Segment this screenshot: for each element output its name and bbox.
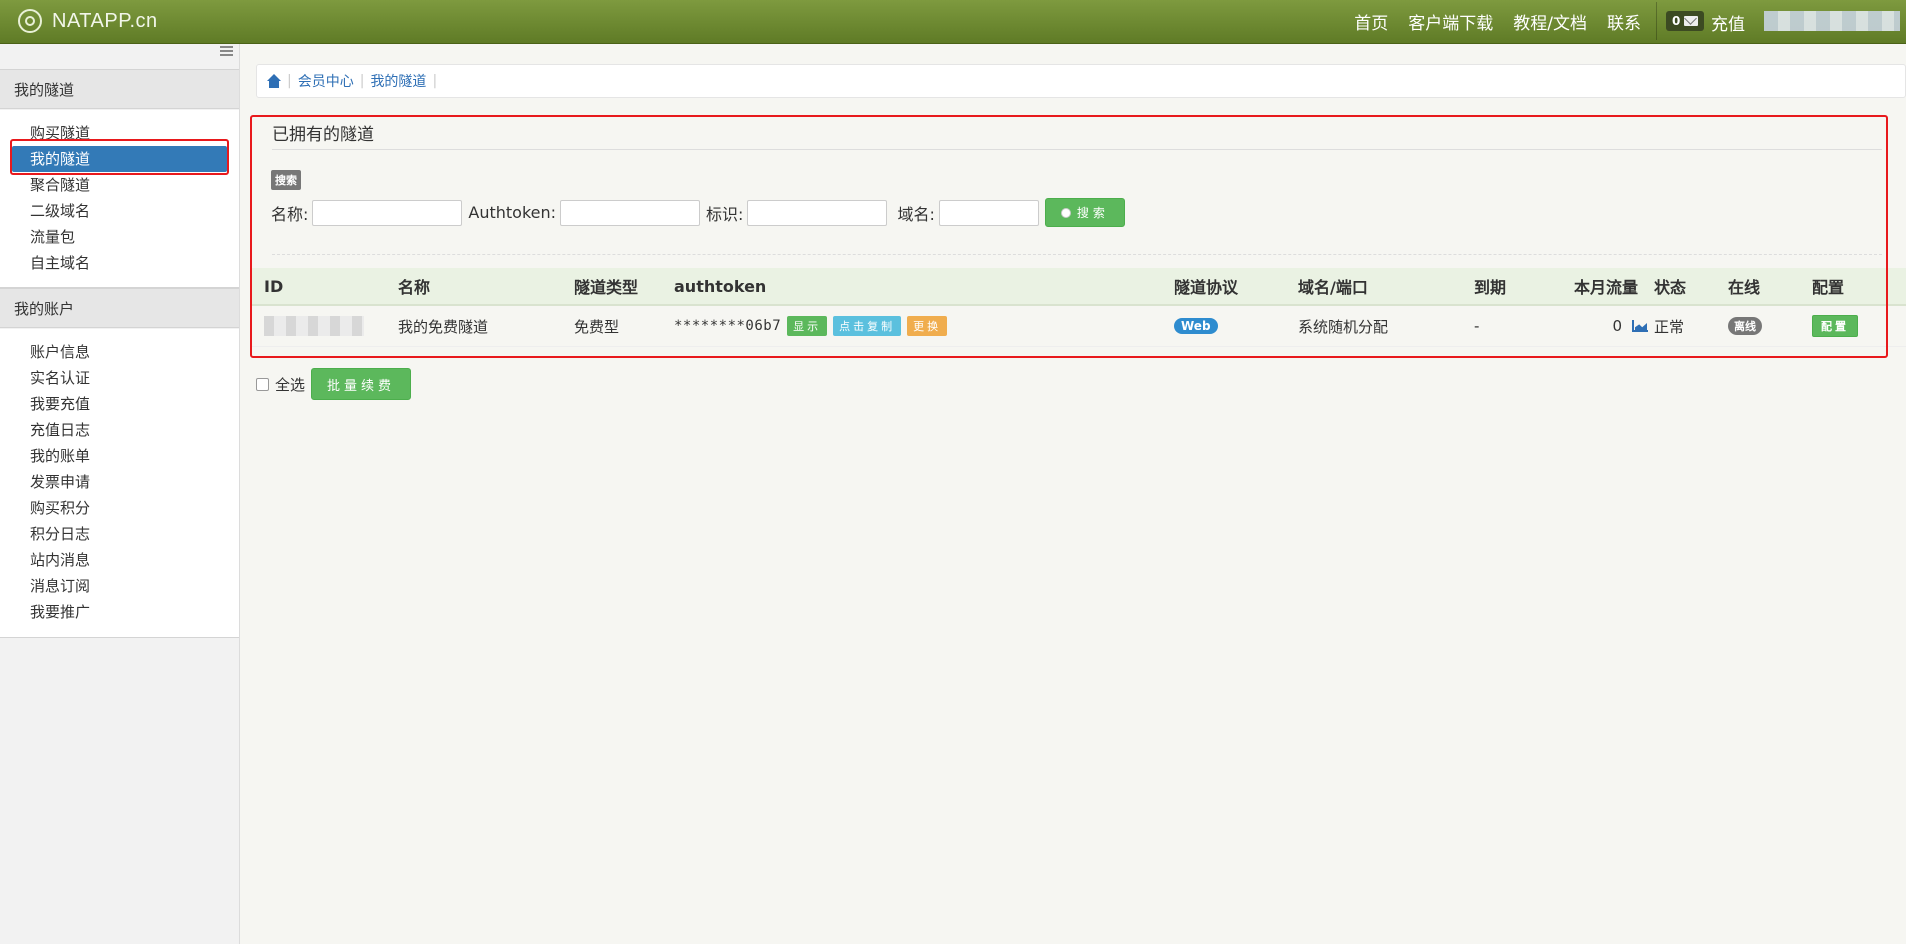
sidebar-item-messages[interactable]: 站内消息 — [0, 547, 239, 573]
sidebar-item-realname[interactable]: 实名认证 — [0, 365, 239, 391]
sidebar-tunnel-menu: 购买隧道 我的隧道 聚合隧道 二级域名 流量包 自主域名 — [0, 110, 239, 288]
message-badge[interactable]: 0 — [1666, 11, 1705, 31]
sidebar-item-referral[interactable]: 我要推广 — [0, 599, 239, 625]
home-icon[interactable] — [267, 74, 281, 88]
sidebar-item-invoice[interactable]: 发票申请 — [0, 469, 239, 495]
sidebar-account-menu: 账户信息 实名认证 我要充值 充值日志 我的账单 发票申请 购买积分 积分日志 … — [0, 329, 239, 638]
nav-download-link[interactable]: 客户端下载 — [1408, 9, 1493, 34]
recharge-link[interactable]: 充值 — [1711, 10, 1745, 35]
top-navbar: NATAPP.cn 首页 客户端下载 教程/文档 联系 0 充值 — [0, 0, 1906, 44]
sidebar-item-subscriptions[interactable]: 消息订阅 — [0, 573, 239, 599]
sidebar-group-account: 我的账户 — [0, 288, 239, 328]
brand-name: NATAPP.cn — [52, 9, 158, 32]
highlight-box-panel — [250, 115, 1888, 358]
sidebar-item-recharge[interactable]: 我要充值 — [0, 391, 239, 417]
highlight-box-sidebar — [10, 139, 229, 175]
sidebar-item-custom-domain[interactable]: 自主域名 — [0, 250, 239, 276]
sidebar-item-aggregate-tunnel[interactable]: 聚合隧道 — [0, 172, 239, 198]
mail-icon — [1684, 16, 1699, 26]
select-all-checkbox[interactable] — [256, 377, 269, 391]
breadcrumb-member-center[interactable]: 会员中心 — [298, 71, 354, 91]
sidebar-item-points-log[interactable]: 积分日志 — [0, 521, 239, 547]
logo-icon — [18, 9, 42, 33]
sidebar-group-tunnels: 我的隧道 — [0, 69, 239, 109]
nav-home-link[interactable]: 首页 — [1354, 9, 1388, 34]
sidebar-item-subdomain[interactable]: 二级域名 — [0, 198, 239, 224]
sidebar: 我的隧道 购买隧道 我的隧道 聚合隧道 二级域名 流量包 自主域名 我的账户 账… — [0, 44, 240, 944]
brand[interactable]: NATAPP.cn — [18, 6, 158, 36]
sidebar-item-traffic-pack[interactable]: 流量包 — [0, 224, 239, 250]
select-all-label[interactable]: 全选 — [275, 374, 305, 395]
nav-links: 首页 客户端下载 教程/文档 联系 — [1354, 0, 1641, 43]
batch-actions: 全选 批量续费 — [256, 368, 412, 400]
message-count: 0 — [1672, 14, 1681, 28]
sidebar-collapse-icon[interactable] — [220, 46, 233, 56]
sidebar-item-recharge-log[interactable]: 充值日志 — [0, 417, 239, 443]
breadcrumb-my-tunnels[interactable]: 我的隧道 — [370, 71, 426, 91]
sidebar-item-bills[interactable]: 我的账单 — [0, 443, 239, 469]
batch-renew-button[interactable]: 批量续费 — [311, 368, 412, 400]
breadcrumb: | 会员中心 | 我的隧道 | — [256, 64, 1906, 98]
nav-docs-link[interactable]: 教程/文档 — [1513, 9, 1587, 34]
nav-contact-link[interactable]: 联系 — [1607, 9, 1641, 34]
sidebar-item-buy-points[interactable]: 购买积分 — [0, 495, 239, 521]
nav-divider — [1656, 2, 1657, 40]
user-account-redacted[interactable] — [1764, 11, 1900, 31]
sidebar-item-account-info[interactable]: 账户信息 — [0, 339, 239, 365]
